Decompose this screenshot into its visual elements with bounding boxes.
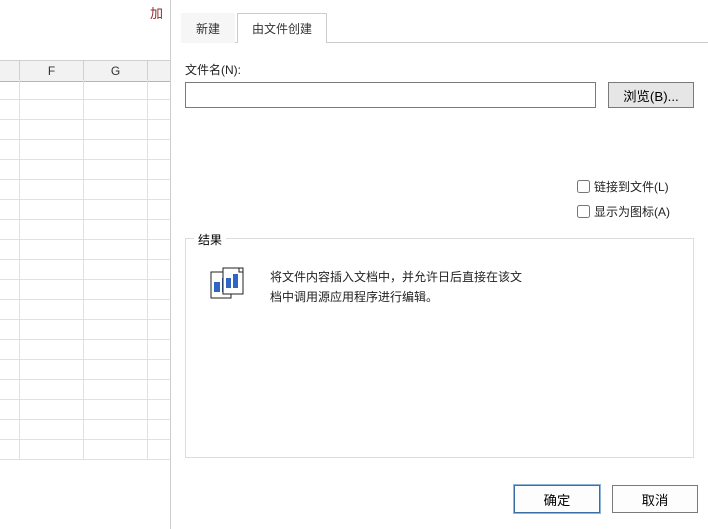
options-group: 链接到文件(L) 显示为图标(A) bbox=[577, 178, 694, 220]
filename-input[interactable] bbox=[185, 82, 596, 108]
ok-button[interactable]: 确定 bbox=[514, 485, 600, 513]
filename-label: 文件名(N): bbox=[185, 61, 694, 78]
result-fieldset: 结果 将文件内容插入文档中，并允许日后直接在该文档中调用源应用程序进行编辑。 bbox=[185, 238, 694, 458]
result-legend: 结果 bbox=[194, 231, 226, 248]
column-header-g[interactable]: G bbox=[84, 61, 148, 81]
tab-new[interactable]: 新建 bbox=[181, 13, 235, 43]
cancel-button[interactable]: 取消 bbox=[612, 485, 698, 513]
display-as-icon-option[interactable]: 显示为图标(A) bbox=[577, 203, 694, 220]
display-as-icon-label: 显示为图标(A) bbox=[594, 203, 670, 220]
embed-document-icon bbox=[210, 267, 250, 301]
link-to-file-option[interactable]: 链接到文件(L) bbox=[577, 178, 694, 195]
browse-button[interactable]: 浏览(B)... bbox=[608, 82, 694, 108]
spreadsheet-grid bbox=[0, 80, 170, 460]
tab-create-from-file[interactable]: 由文件创建 bbox=[237, 13, 327, 43]
column-header[interactable] bbox=[0, 61, 20, 81]
insert-object-dialog: 新建 由文件创建 文件名(N): 浏览(B)... 链接到文件(L) 显示为图标… bbox=[170, 0, 708, 529]
column-headers: F G bbox=[0, 60, 170, 82]
spreadsheet-background: 加 F G bbox=[0, 0, 170, 529]
column-header-f[interactable]: F bbox=[20, 61, 84, 81]
dialog-tabs: 新建 由文件创建 bbox=[181, 12, 708, 43]
dialog-buttons: 确定 取消 bbox=[514, 485, 698, 513]
display-as-icon-checkbox[interactable] bbox=[577, 205, 590, 218]
result-description: 将文件内容插入文档中，并允许日后直接在该文档中调用源应用程序进行编辑。 bbox=[270, 267, 530, 308]
link-to-file-checkbox[interactable] bbox=[577, 180, 590, 193]
ribbon-fragment: 加 bbox=[150, 3, 163, 22]
tab-content: 文件名(N): 浏览(B)... 链接到文件(L) 显示为图标(A) 结果 bbox=[171, 43, 708, 468]
link-to-file-label: 链接到文件(L) bbox=[594, 178, 669, 195]
